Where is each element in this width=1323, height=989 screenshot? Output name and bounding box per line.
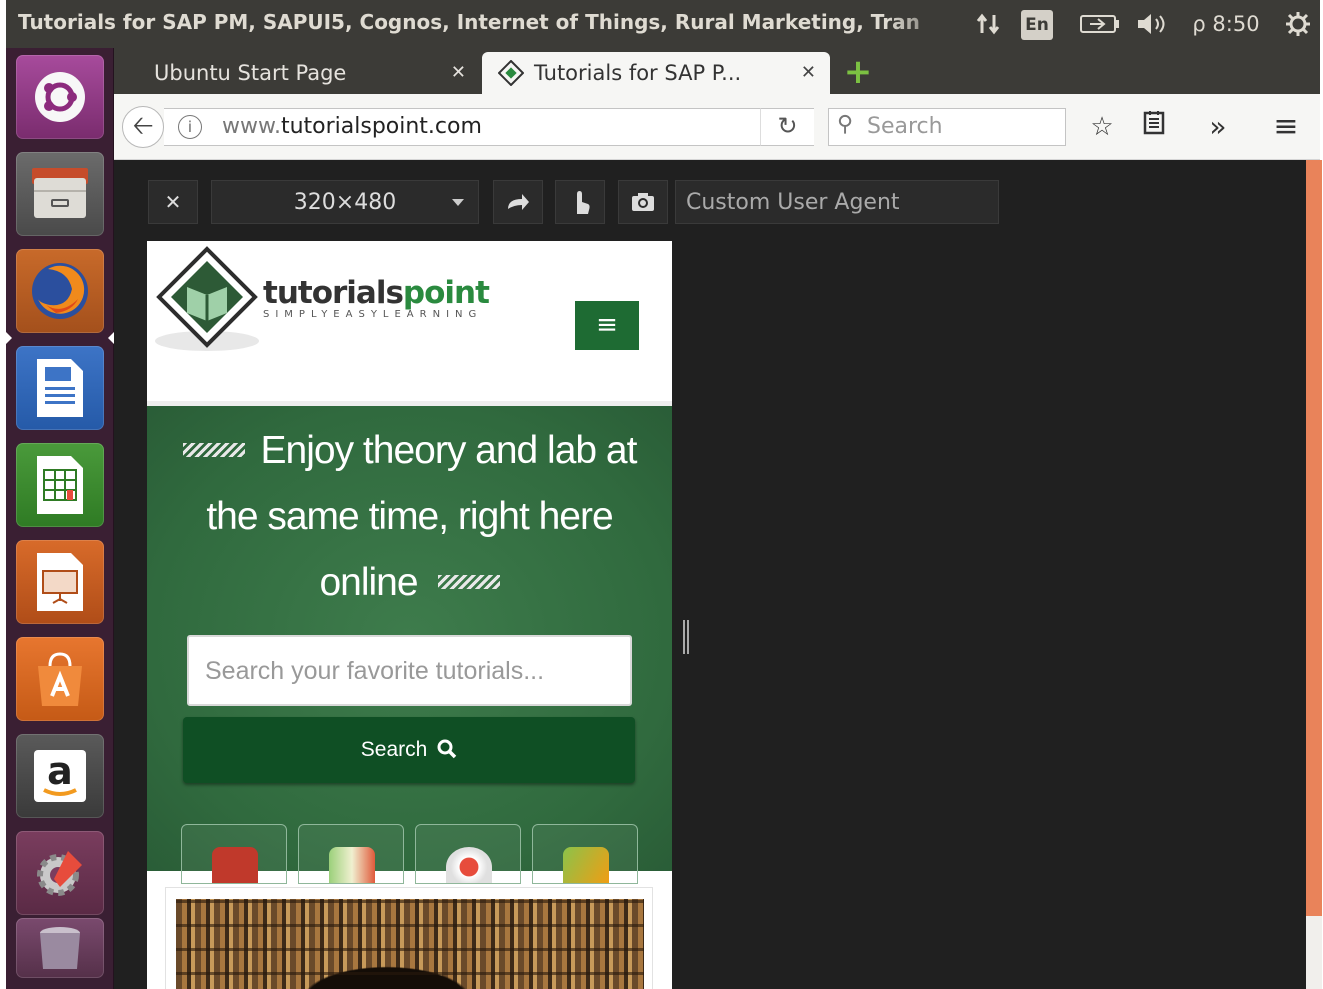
network-icon [446, 847, 492, 883]
category-tile[interactable] [181, 824, 287, 884]
reload-button[interactable]: ↻ [760, 108, 814, 146]
viewport-size-value: 320×480 [293, 189, 397, 215]
url-text[interactable]: www.tutorialspoint.com [222, 114, 482, 139]
category-tile[interactable] [532, 824, 638, 884]
map-icon [329, 847, 375, 883]
favicon-icon [498, 60, 524, 86]
firefox-icon[interactable] [16, 249, 104, 333]
scrollbar-track[interactable] [1306, 160, 1322, 916]
network-icon[interactable] [972, 8, 1006, 40]
tab-label: Ubuntu Start Page [154, 61, 347, 85]
stripes-decoration [182, 442, 245, 457]
hero-headline: Enjoy theory and lab at the same time, r… [157, 418, 662, 616]
search-icon: ⚲ [837, 112, 854, 137]
tutorialspoint-logo-icon[interactable] [151, 245, 263, 361]
tab-strip: Ubuntu Start Page ✕ Tutorials for SAP P.… [114, 48, 1320, 94]
nav-bar: 🡠 i www.tutorialspoint.com ↻ ⚲ Search ☆ … [114, 94, 1320, 160]
brand-tagline: SIMPLYEASYLEARNING [263, 309, 483, 320]
battery-icon[interactable] [1078, 8, 1122, 40]
url-bar[interactable]: i www.tutorialspoint.com [164, 108, 814, 146]
emulated-page: tutorialspoint SIMPLYEASYLEARNING ≡ Enjo… [147, 241, 672, 989]
scrollbar-end[interactable] [1306, 916, 1322, 989]
launcher: a [6, 48, 114, 989]
ubuntu-icon[interactable] [16, 55, 104, 139]
category-icon [212, 847, 258, 883]
active-indicator [6, 332, 12, 344]
tutorial-search-input[interactable]: Search your favorite tutorials... [187, 635, 632, 706]
search-placeholder: Search [867, 114, 943, 139]
close-responsive-button[interactable]: ✕ [148, 180, 198, 224]
reading-list-icon[interactable] [1136, 108, 1172, 146]
category-tile[interactable] [415, 824, 521, 884]
site-header: tutorialspoint SIMPLYEASYLEARNING ≡ [147, 241, 672, 406]
library-card[interactable] [165, 887, 653, 989]
tab-label: Tutorials for SAP P... [534, 61, 742, 85]
category-tile[interactable] [298, 824, 404, 884]
keyboard-layout-indicator[interactable]: En [1021, 10, 1053, 40]
hamburger-menu-icon[interactable]: ≡ [1266, 108, 1306, 146]
writer-icon[interactable] [16, 346, 104, 430]
close-tab-icon[interactable]: ✕ [451, 62, 466, 83]
tab-tutorials-sap[interactable]: Tutorials for SAP P... ✕ [482, 52, 830, 94]
volume-icon[interactable] [1134, 8, 1174, 40]
rotate-button[interactable] [493, 180, 543, 224]
back-button[interactable]: 🡠 [122, 106, 164, 148]
tools-icon [563, 847, 609, 883]
screenshot-camera-icon[interactable] [618, 180, 668, 224]
viewport-size-select[interactable]: 320×480 [211, 180, 479, 224]
power-icon[interactable] [1280, 8, 1316, 40]
tab-ubuntu-start-page[interactable]: Ubuntu Start Page ✕ [114, 52, 480, 94]
brand-name[interactable]: tutorialspoint [263, 275, 490, 311]
search-field[interactable]: ⚲ Search [828, 108, 1066, 146]
clock[interactable]: ρ 8:50 [1186, 8, 1266, 40]
bookmark-star-icon[interactable]: ☆ [1084, 108, 1120, 146]
trash-icon[interactable] [16, 918, 104, 978]
calc-icon[interactable] [16, 443, 104, 527]
chevron-down-icon [452, 199, 464, 206]
close-tab-icon[interactable]: ✕ [801, 62, 816, 83]
viewport-resize-handle[interactable] [683, 620, 689, 654]
files-icon[interactable] [16, 152, 104, 236]
search-button[interactable]: Search [183, 717, 635, 783]
user-agent-input[interactable]: Custom User Agent [675, 180, 999, 224]
hero-section: Enjoy theory and lab at the same time, r… [147, 406, 672, 884]
new-tab-button[interactable]: + [842, 55, 874, 89]
search-icon [437, 739, 457, 759]
overflow-chevron-icon[interactable]: » [1200, 108, 1236, 146]
svg-text:a: a [47, 749, 73, 793]
touch-simulation-button[interactable] [555, 180, 605, 224]
stripes-decoration [437, 574, 500, 589]
site-menu-button[interactable]: ≡ [575, 301, 639, 350]
software-center-icon[interactable] [16, 637, 104, 721]
info-icon[interactable]: i [178, 115, 202, 139]
top-panel: Tutorials for SAP PM, SAPUI5, Cognos, In… [6, 0, 1320, 48]
window-title: Tutorials for SAP PM, SAPUI5, Cognos, In… [18, 10, 920, 34]
library-image [176, 899, 644, 989]
settings-icon[interactable] [16, 831, 104, 915]
amazon-icon[interactable]: a [16, 734, 104, 818]
impress-icon[interactable] [16, 540, 104, 624]
